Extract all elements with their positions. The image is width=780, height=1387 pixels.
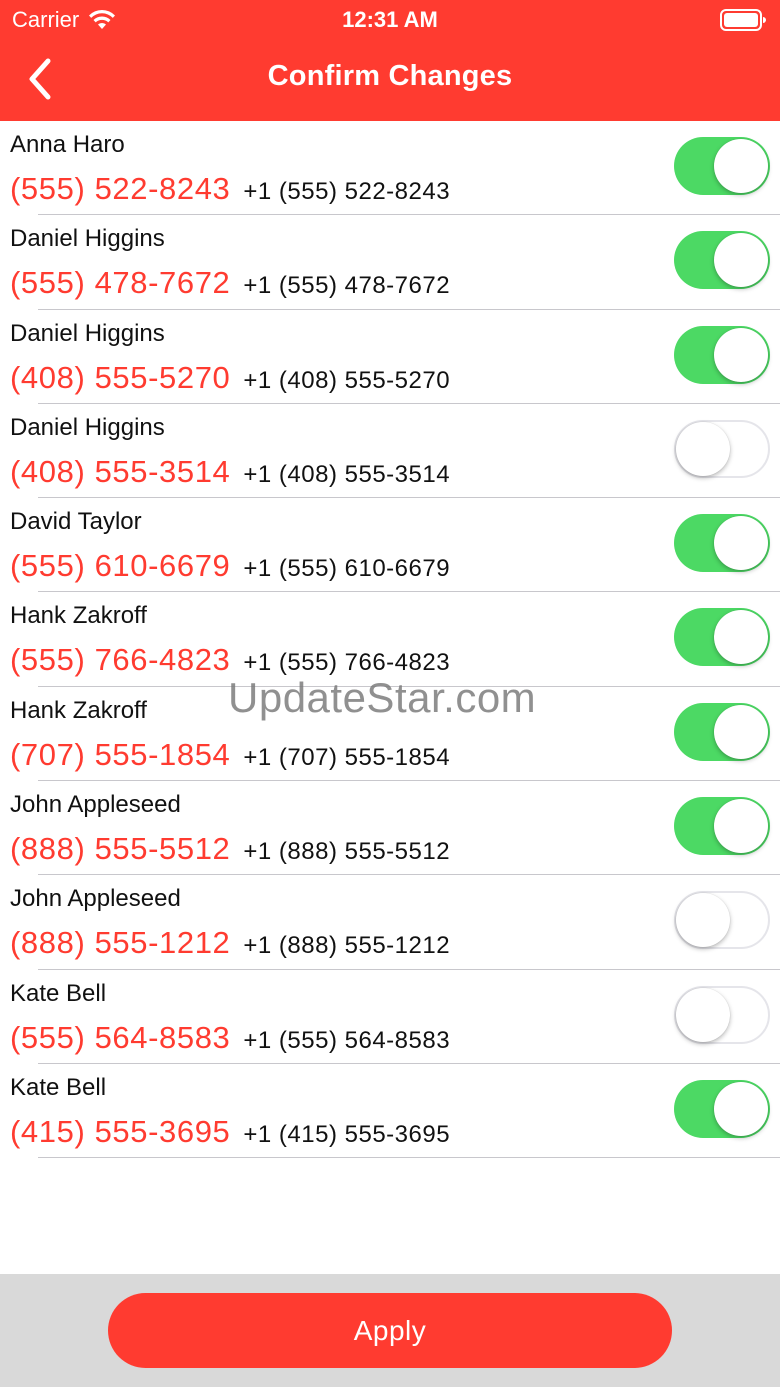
- header: Carrier 12:31 AM Confirm Changes: [0, 0, 780, 121]
- apply-button[interactable]: Apply: [108, 1293, 672, 1368]
- enable-toggle[interactable]: [674, 891, 770, 950]
- list-item: Hank Zakroff (555) 766-4823 +1 (555) 766-4…: [0, 592, 780, 687]
- enable-toggle[interactable]: [674, 797, 770, 856]
- screen: Carrier 12:31 AM Confirm Changes Anna Ha…: [0, 0, 780, 1387]
- contact-name: Daniel Higgins: [10, 225, 165, 253]
- phone-number: (555) 766-4823: [10, 642, 231, 678]
- list-item: John Appleseed (888) 555-1212 +1 (888) 555…: [0, 875, 780, 970]
- status-time: 12:31 AM: [342, 7, 438, 32]
- contact-name: John Appleseed: [10, 885, 181, 913]
- phone-number-international: +1 (408) 555-5270: [243, 366, 451, 394]
- phone-numbers: (555) 766-4823 +1 (555) 766-4823: [10, 642, 450, 678]
- enable-toggle[interactable]: [674, 1079, 770, 1138]
- toggle-knob: [714, 799, 768, 854]
- toggle-knob: [676, 987, 730, 1042]
- status-bar: Carrier 12:31 AM: [0, 0, 780, 40]
- list-item: John Appleseed (888) 555-5512 +1 (888) 555…: [0, 781, 780, 876]
- phone-numbers: (555) 478-7672 +1 (555) 478-7672: [10, 265, 450, 301]
- enable-toggle[interactable]: [674, 702, 770, 761]
- page-title: Confirm Changes: [267, 60, 513, 92]
- list-item: Daniel Higgins (555) 478-7672 +1 (555) 478…: [0, 215, 780, 310]
- navigation-bar: Confirm Changes: [0, 40, 780, 121]
- list-item: David Taylor (555) 610-6679 +1 (555) 610-6…: [0, 498, 780, 593]
- phone-number-international: +1 (888) 555-5512: [243, 838, 451, 866]
- enable-toggle[interactable]: [674, 985, 770, 1044]
- phone-number: (707) 555-1854: [10, 736, 231, 772]
- contact-name: Kate Bell: [10, 979, 107, 1007]
- enable-toggle[interactable]: [674, 608, 770, 667]
- toggle-knob: [676, 893, 730, 948]
- phone-numbers: (408) 555-3514 +1 (408) 555-3514: [10, 454, 450, 490]
- phone-number: (555) 522-8243: [10, 171, 231, 206]
- phone-numbers: (415) 555-3695 +1 (415) 555-3695: [10, 1114, 450, 1150]
- enable-toggle[interactable]: [674, 325, 770, 384]
- contact-name: Anna Haro: [10, 131, 125, 158]
- phone-numbers: (555) 610-6679 +1 (555) 610-6679: [10, 548, 450, 584]
- toggle-knob: [714, 610, 768, 665]
- contact-list: Anna Haro (555) 522-8243 +1 (555) 522-8243…: [0, 121, 780, 1159]
- bottom-bar: Apply: [0, 1274, 780, 1387]
- phone-number: (888) 555-1212: [10, 925, 231, 961]
- toggle-knob: [714, 516, 768, 571]
- toggle-knob: [714, 327, 768, 382]
- phone-number-international: +1 (888) 555-1212: [243, 932, 451, 960]
- phone-numbers: (707) 555-1854 +1 (707) 555-1854: [10, 737, 450, 773]
- phone-number-international: +1 (555) 610-6679: [243, 555, 451, 583]
- list-item: Daniel Higgins (408) 555-5270 +1 (408) 555…: [0, 310, 780, 404]
- phone-numbers: (555) 522-8243 +1 (555) 522-8243: [10, 171, 450, 207]
- list-item: Kate Bell (555) 564-8583 +1 (555) 564-8583: [0, 970, 780, 1064]
- phone-numbers: (555) 564-8583 +1 (555) 564-8583: [10, 1020, 450, 1056]
- phone-numbers: (888) 555-5512 +1 (888) 555-5512: [10, 831, 450, 867]
- phone-number: (555) 564-8583: [10, 1019, 231, 1055]
- phone-numbers: (888) 555-1212 +1 (888) 555-1212: [10, 925, 450, 961]
- phone-number-international: +1 (555) 564-8583: [243, 1026, 451, 1054]
- phone-number-international: +1 (415) 555-3695: [243, 1120, 451, 1148]
- enable-toggle[interactable]: [674, 514, 770, 573]
- phone-number-international: +1 (555) 522-8243: [243, 178, 451, 205]
- list-item: Kate Bell (415) 555-3695 +1 (415) 555-3695: [0, 1064, 780, 1159]
- toggle-knob: [714, 1081, 768, 1136]
- toggle-knob: [714, 139, 768, 193]
- divider: [38, 1157, 780, 1159]
- enable-toggle[interactable]: [674, 231, 770, 290]
- phone-number: (888) 555-5512: [10, 831, 231, 867]
- battery-icon: [720, 9, 766, 31]
- toggle-knob: [714, 233, 768, 288]
- phone-numbers: (408) 555-5270 +1 (408) 555-5270: [10, 360, 450, 396]
- enable-toggle[interactable]: [674, 137, 770, 195]
- phone-number: (408) 555-3514: [10, 453, 231, 489]
- contact-name: David Taylor: [10, 508, 142, 536]
- contact-name: Kate Bell: [10, 1073, 107, 1101]
- enable-toggle[interactable]: [674, 419, 770, 478]
- contact-name: Daniel Higgins: [10, 413, 165, 441]
- toggle-knob: [714, 704, 768, 759]
- toggle-knob: [676, 421, 730, 476]
- list-item: Hank Zakroff (707) 555-1854 +1 (707) 555-1…: [0, 687, 780, 782]
- phone-number-international: +1 (408) 555-3514: [243, 460, 451, 488]
- phone-number: (415) 555-3695: [10, 1113, 231, 1149]
- list-item: Daniel Higgins (408) 555-3514 +1 (408) 555…: [0, 404, 780, 499]
- phone-number-international: +1 (707) 555-1854: [243, 743, 451, 771]
- phone-number-international: +1 (555) 478-7672: [243, 272, 451, 300]
- contact-name: John Appleseed: [10, 791, 181, 819]
- phone-number: (555) 478-7672: [10, 265, 231, 301]
- contact-name: Hank Zakroff: [10, 696, 147, 724]
- contact-name: Daniel Higgins: [10, 319, 165, 347]
- phone-number-international: +1 (555) 766-4823: [243, 649, 451, 677]
- phone-number: (408) 555-5270: [10, 359, 231, 395]
- phone-number: (555) 610-6679: [10, 548, 231, 584]
- list-item: Anna Haro (555) 522-8243 +1 (555) 522-8243: [0, 121, 780, 216]
- contact-name: Hank Zakroff: [10, 602, 147, 630]
